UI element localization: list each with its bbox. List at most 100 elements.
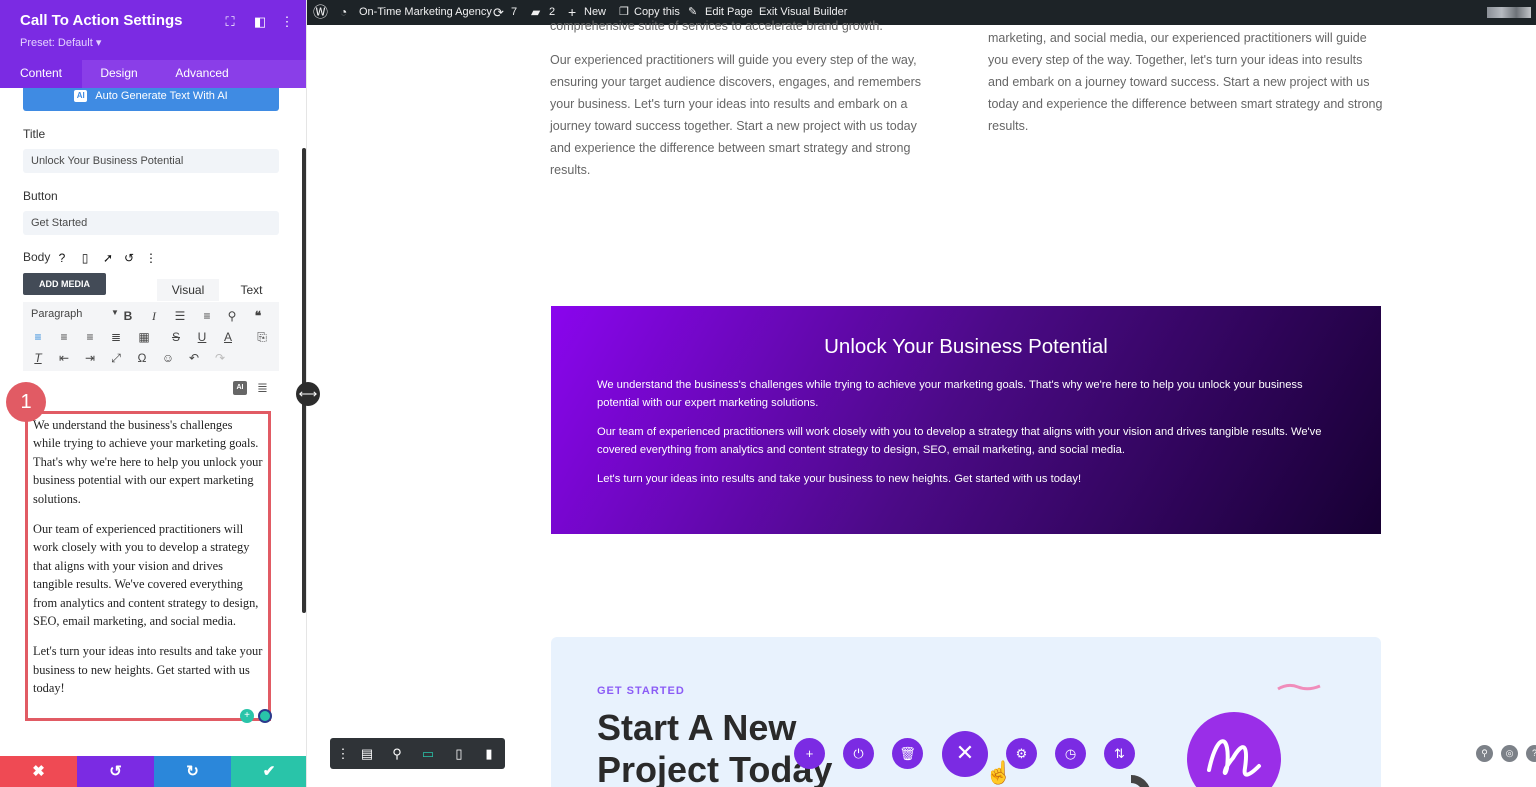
- help-icon[interactable]: ?: [1526, 745, 1536, 762]
- paragraph-select[interactable]: Paragraph ▼: [31, 308, 119, 320]
- desktop-icon[interactable]: ▭: [415, 738, 441, 769]
- redo-button[interactable]: ↻: [154, 756, 231, 787]
- avatar[interactable]: [1487, 7, 1531, 18]
- close-icon[interactable]: ✕: [942, 731, 988, 777]
- tab-design[interactable]: Design: [86, 60, 152, 88]
- editor-paragraph: Our team of experienced practitioners wi…: [33, 522, 259, 629]
- cta-paragraph: We understand the business's challenges …: [597, 379, 1303, 409]
- power-icon[interactable]: ⏻: [843, 738, 874, 769]
- title-input[interactable]: Unlock Your Business Potential: [23, 149, 279, 173]
- add-media-button[interactable]: ADD MEDIA: [23, 273, 106, 295]
- trash-icon[interactable]: 🗑: [892, 738, 923, 769]
- portability-icon[interactable]: ⇅: [1104, 738, 1135, 769]
- panel-header: Call To Action Settings Preset: Default …: [0, 0, 306, 60]
- tab-content[interactable]: Content: [0, 60, 82, 88]
- updates-count[interactable]: 7: [511, 0, 517, 25]
- paragraph-select-label: Paragraph: [31, 308, 83, 320]
- auto-generate-ai-button[interactable]: AI Auto Generate Text With AI: [23, 88, 279, 111]
- search-icon[interactable]: ⚲: [1476, 745, 1493, 762]
- body-label: Body: [23, 250, 51, 264]
- align-center-icon[interactable]: ≡: [55, 329, 73, 345]
- align-left-icon[interactable]: ≡: [29, 329, 47, 345]
- comment-icon[interactable]: ▰: [531, 0, 540, 25]
- dynamic-content-icon[interactable]: ≣: [257, 380, 268, 396]
- mobile-icon[interactable]: ▯: [78, 251, 92, 265]
- column-1-text: Our experienced practitioners will guide…: [550, 53, 922, 178]
- add-icon[interactable]: +: [794, 738, 825, 769]
- numbered-list-icon[interactable]: ≡: [198, 308, 216, 324]
- squiggle-decoration: [1277, 683, 1321, 691]
- tab-visual[interactable]: Visual: [157, 279, 219, 301]
- link-icon[interactable]: ⚲: [223, 308, 241, 324]
- more-icon[interactable]: ⋮: [330, 738, 356, 769]
- tab-advanced[interactable]: Advanced: [162, 60, 242, 88]
- undo-icon[interactable]: ↶: [185, 350, 203, 366]
- panel-scrollbar[interactable]: [302, 148, 306, 613]
- dashboard-icon[interactable]: ◔: [340, 0, 347, 25]
- step-badge: 1: [6, 382, 46, 422]
- phone-icon[interactable]: ▮: [476, 738, 502, 769]
- panel-title: Call To Action Settings: [20, 12, 183, 29]
- emoji-icon[interactable]: ☺: [159, 350, 177, 366]
- history-icon[interactable]: ◷: [1055, 738, 1086, 769]
- paste-icon[interactable]: ⎘: [253, 329, 271, 345]
- panel-tabs: Content Design Advanced: [0, 60, 306, 88]
- layers-icon[interactable]: ◎: [1501, 745, 1518, 762]
- sidebar-icon[interactable]: ◧: [252, 14, 268, 30]
- cta-title: Unlock Your Business Potential: [824, 335, 1108, 358]
- call-to-action-module[interactable]: Unlock Your Business Potential We unders…: [551, 306, 1381, 534]
- wireframe-icon[interactable]: ▤: [354, 738, 380, 769]
- align-right-icon[interactable]: ≡: [81, 329, 99, 345]
- grammar-icon[interactable]: +: [240, 709, 254, 723]
- text-color-icon[interactable]: A: [219, 329, 237, 345]
- editor-toolbar: Paragraph ▼ B I ☰ ≡ ⚲ ❝ ≡ ≡ ≡ ≣ ▦ S U A ⎘…: [23, 302, 279, 371]
- italic-icon[interactable]: I: [145, 308, 163, 324]
- logo-badge: [1187, 712, 1281, 787]
- body-text-editor[interactable]: We understand the business's challenges …: [25, 411, 271, 721]
- indent-icon[interactable]: ⇥: [81, 350, 99, 366]
- expand-icon[interactable]: ⛶: [222, 14, 238, 30]
- refresh-icon[interactable]: ⟳: [493, 0, 504, 25]
- save-button[interactable]: ✔: [231, 756, 306, 787]
- underline-icon[interactable]: U: [193, 329, 211, 345]
- hand-cursor-icon: ☝: [985, 760, 1013, 785]
- fullscreen-icon[interactable]: ⤢: [107, 350, 125, 366]
- button-label: Button: [23, 189, 58, 203]
- undo-icon[interactable]: ↺: [122, 251, 136, 265]
- clear-format-icon[interactable]: T: [29, 350, 47, 366]
- bullet-list-icon[interactable]: ☰: [171, 308, 189, 324]
- help-icon[interactable]: ?: [55, 251, 69, 265]
- redo-icon[interactable]: ↷: [211, 350, 229, 366]
- more-icon[interactable]: ⋮: [279, 14, 295, 30]
- undo-button[interactable]: ↺: [77, 756, 154, 787]
- column-2-text: marketing, and social media, our experie…: [988, 31, 1383, 134]
- cancel-button[interactable]: ✖: [0, 756, 77, 787]
- strikethrough-icon[interactable]: S: [167, 329, 185, 345]
- tablet-icon[interactable]: ▯: [446, 738, 472, 769]
- zoom-icon[interactable]: ⚲: [384, 738, 410, 769]
- omega-icon[interactable]: Ω: [133, 350, 151, 366]
- table-icon[interactable]: ▦: [135, 329, 153, 345]
- site-name-link[interactable]: On-Time Marketing Agency: [359, 0, 492, 25]
- ai-icon: AI: [74, 90, 88, 103]
- column-1-top-text: comprehensive suite of services to accel…: [550, 19, 883, 33]
- bold-icon[interactable]: B: [119, 308, 137, 324]
- loop-icon: [1207, 739, 1261, 777]
- outdent-icon[interactable]: ⇤: [55, 350, 73, 366]
- ai-icon[interactable]: AI: [233, 381, 247, 395]
- eyebrow-text: GET STARTED: [597, 685, 685, 697]
- chevron-down-icon: ▼: [111, 308, 119, 317]
- button-text-input[interactable]: Get Started: [23, 211, 279, 235]
- justify-icon[interactable]: ≣: [107, 329, 125, 345]
- title-label: Title: [23, 127, 46, 141]
- cta-paragraph: Let's turn your ideas into results and t…: [597, 473, 1082, 485]
- grammarly-icon[interactable]: [258, 709, 272, 723]
- wordpress-icon[interactable]: Ⓦ: [313, 0, 328, 25]
- quote-icon[interactable]: ❝: [249, 308, 267, 324]
- cursor-icon[interactable]: ➚: [101, 251, 115, 265]
- resize-handle[interactable]: ⟷: [296, 382, 320, 406]
- more-icon[interactable]: ⋮: [144, 251, 158, 265]
- settings-panel: Call To Action Settings Preset: Default …: [0, 0, 307, 787]
- preset-selector[interactable]: Preset: Default ▾: [20, 36, 101, 49]
- tab-text[interactable]: Text: [224, 279, 279, 301]
